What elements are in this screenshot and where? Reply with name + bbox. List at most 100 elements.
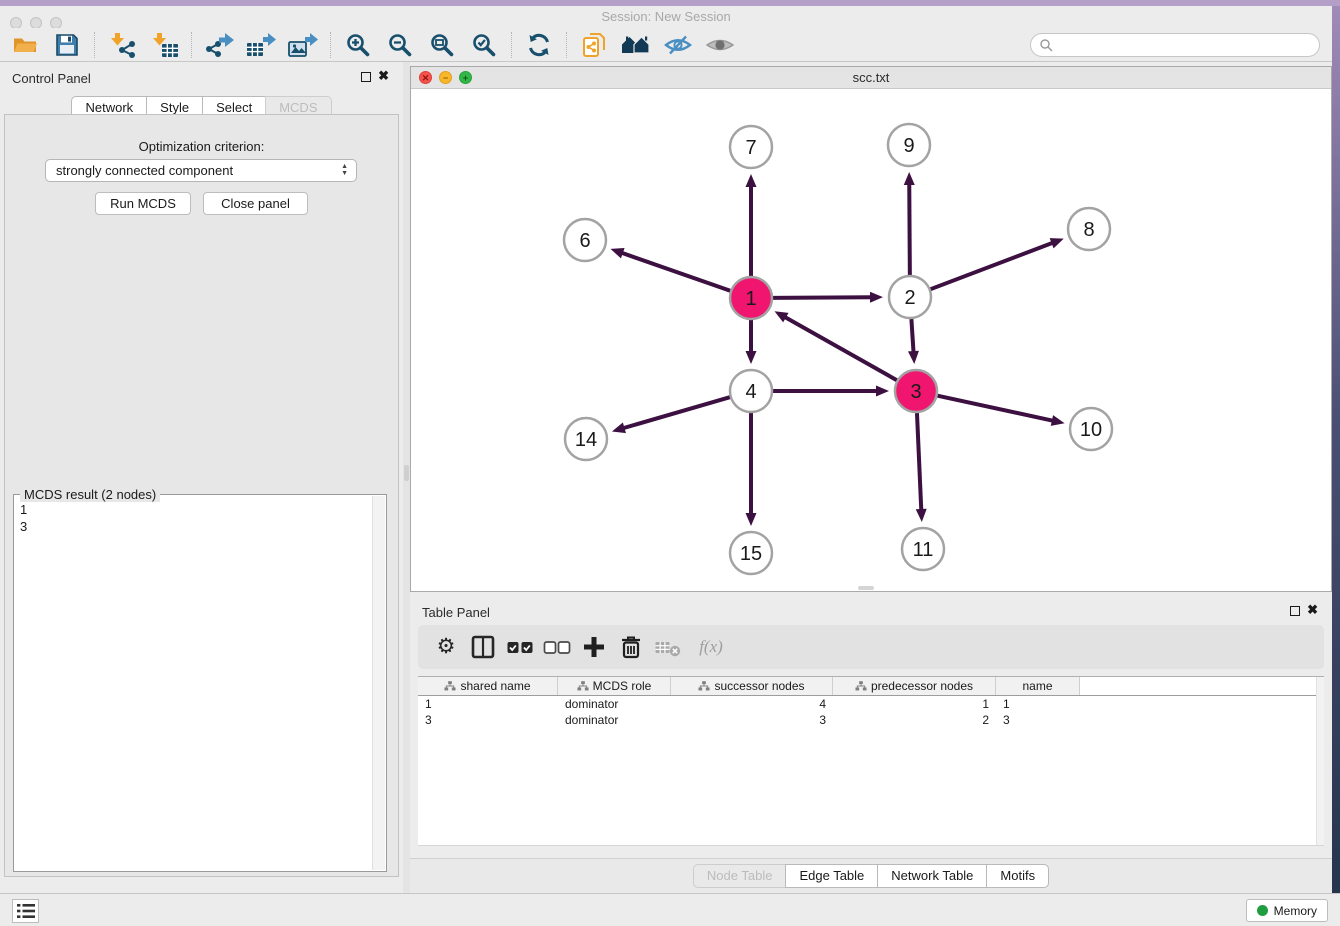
close-view-button[interactable]: ✕ [419,71,432,84]
column-header-predecessor-nodes[interactable]: predecessor nodes [833,677,996,695]
close-panel-icon[interactable]: ✖ [378,69,389,83]
home-views-icon[interactable] [619,30,653,60]
cell-mcds-role[interactable]: dominator [558,696,671,712]
search-icon [1039,38,1054,53]
table-tab-node-table[interactable]: Node Table [693,864,787,888]
canvas-grip[interactable] [858,586,874,590]
edge-4-to-14[interactable] [622,397,729,428]
mcds-result-line: 1 [20,501,364,518]
network-graph[interactable]: 7968124314101511 [411,89,1331,591]
table-tabs-strip: Node TableEdge TableNetwork TableMotifs [410,858,1332,893]
run-mcds-button[interactable]: Run MCDS [95,192,191,215]
close-table-panel-icon[interactable]: ✖ [1307,603,1318,617]
cell-successor-nodes[interactable]: 4 [671,696,833,712]
settings-gear-icon[interactable]: ⚙ [431,632,461,662]
zoom-selected-icon[interactable] [467,30,501,60]
arrowhead-2-to-8 [1050,238,1064,248]
cell-predecessor-nodes[interactable]: 1 [833,696,996,712]
close-panel-button[interactable]: Close panel [203,192,308,215]
edge-2-to-8[interactable] [931,242,1054,289]
cell-shared-name[interactable]: 3 [418,712,558,728]
import-table-icon[interactable] [147,30,181,60]
table-vertical-scrollbar[interactable] [1316,677,1324,846]
arrowhead-2-to-9 [904,172,915,185]
export-network-icon[interactable] [202,30,236,60]
cell-name[interactable]: 3 [996,712,1080,728]
delete-column-icon[interactable] [616,632,646,662]
import-network-icon[interactable] [105,30,139,60]
minimize-view-button[interactable]: − [439,71,452,84]
add-column-icon[interactable] [579,632,609,662]
chevron-up-down-icon: ▲▼ [341,163,348,177]
float-table-panel-icon[interactable] [1290,606,1300,616]
app-title: Session: New Session [0,6,1332,28]
control-panel-title: Control Panel [12,71,91,86]
column-header-mcds-role[interactable]: MCDS role [558,677,671,695]
select-none-icon[interactable] [542,632,572,662]
table-tab-network-table[interactable]: Network Table [877,864,987,888]
mcds-result-list[interactable]: 13 [14,499,370,869]
attribute-tree-icon [577,680,589,692]
graph-node-label-1: 1 [745,288,756,310]
zoom-fit-icon[interactable] [425,30,459,60]
float-panel-icon[interactable] [361,72,371,82]
edge-2-to-3[interactable] [911,319,913,353]
maximize-view-button[interactable]: + [459,71,472,84]
task-history-button[interactable] [12,899,39,923]
memory-button[interactable]: Memory [1246,899,1328,922]
table-row[interactable]: 1dominator411 [418,696,1324,712]
edge-3-to-10[interactable] [937,396,1053,421]
column-header-shared-name[interactable]: shared name [418,677,558,695]
copy-share-icon[interactable] [577,30,611,60]
column-header-name[interactable]: name [996,677,1080,695]
edge-3-to-1[interactable] [784,317,897,381]
arrowhead-3-to-11 [916,509,927,522]
table-panel: Table Panel ✖ ⚙ f(x) shared nameMCDS rol… [410,596,1332,893]
export-image-icon[interactable] [286,30,320,60]
arrowhead-4-to-3 [876,386,889,397]
table-horizontal-scrollbar[interactable] [418,845,1324,858]
column-header-label: shared name [460,679,530,693]
cell-shared-name[interactable]: 1 [418,696,558,712]
toolbar-separator [511,32,512,58]
table-tab-motifs[interactable]: Motifs [986,864,1049,888]
graph-node-label-2: 2 [904,287,915,309]
criterion-dropdown[interactable]: strongly connected component ▲▼ [45,159,357,182]
zoom-in-icon[interactable] [341,30,375,60]
select-all-checked-icon[interactable] [505,632,535,662]
splitter-grip[interactable] [404,465,409,481]
node-table[interactable]: shared name MCDS rolesuccessor nodesprede… [418,676,1324,845]
refresh-icon[interactable] [522,30,556,60]
search-field[interactable] [1030,33,1320,57]
function-builder-icon: f(x) [690,632,732,662]
edge-3-to-11[interactable] [917,413,921,511]
panel-splitter[interactable] [403,62,410,893]
cell-mcds-role[interactable]: dominator [558,712,671,728]
save-icon[interactable] [50,30,84,60]
export-table-icon[interactable] [244,30,278,60]
edge-1-to-6[interactable] [621,253,730,291]
graph-node-label-10: 10 [1080,419,1102,441]
zoom-out-icon[interactable] [383,30,417,60]
column-layout-icon[interactable] [468,632,498,662]
column-header-successor-nodes[interactable]: successor nodes [671,677,833,695]
cell-successor-nodes[interactable]: 3 [671,712,833,728]
network-canvas[interactable]: 7968124314101511 [411,89,1331,591]
main-toolbar [0,28,1332,62]
control-panel: Control Panel ✖ NetworkStyleSelectMCDS O… [0,62,403,893]
edge-2-to-9[interactable] [909,183,910,275]
search-input[interactable] [1054,36,1319,54]
graph-node-label-11: 11 [913,539,934,561]
cell-name[interactable]: 1 [996,696,1080,712]
show-eye-icon[interactable] [703,30,737,60]
hide-eye-icon[interactable] [661,30,695,60]
table-tab-edge-table[interactable]: Edge Table [785,864,878,888]
cell-predecessor-nodes[interactable]: 2 [833,712,996,728]
edge-1-to-2[interactable] [773,297,872,298]
table-toolbar: ⚙ f(x) [418,625,1324,669]
table-row[interactable]: 3dominator323 [418,712,1324,728]
arrowhead-4-to-14 [612,423,626,434]
open-folder-icon[interactable] [8,30,42,60]
arrowhead-2-to-3 [908,351,919,364]
result-scrollbar[interactable] [372,496,385,870]
